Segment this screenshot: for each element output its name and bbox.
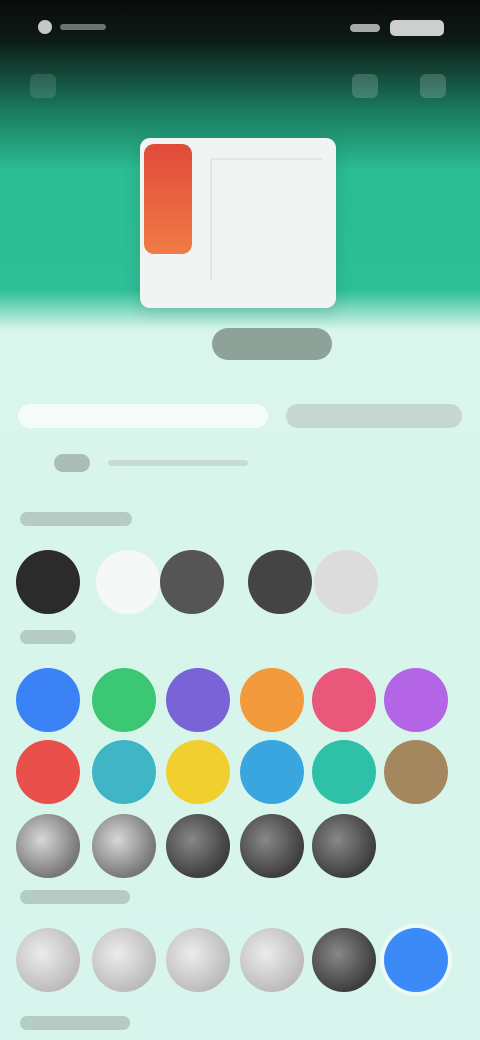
picker-tabs [18,398,462,438]
confirm-icon[interactable] [420,74,446,98]
notification-dot-icon [38,20,52,34]
notebook-preview [140,138,336,318]
pattern-2-icon[interactable] [92,928,156,992]
color-swatch[interactable] [92,740,156,804]
color-swatch[interactable] [92,668,156,732]
brush-dark-swatch-2-icon[interactable] [248,550,312,614]
pattern-1-icon[interactable] [16,928,80,992]
cover-grid [210,158,322,280]
texture-gray-2-icon[interactable] [92,814,156,878]
section-label-4 [20,1016,130,1030]
battery-icon [390,20,444,36]
undo-icon[interactable] [352,74,378,98]
status-time [38,18,108,36]
color-swatch[interactable] [384,668,448,732]
color-swatch[interactable] [166,668,230,732]
notebook-spine [144,144,192,254]
color-swatch[interactable] [16,668,80,732]
color-swatch[interactable] [240,668,304,732]
black-swatch-icon[interactable] [16,550,80,614]
blue-selected-swatch-icon[interactable] [384,928,448,992]
sub-tab-active[interactable] [54,454,90,472]
texture-gray-icon[interactable] [16,814,80,878]
signal-icon [350,24,380,32]
texture-dark-3-icon[interactable] [312,814,376,878]
pattern-4-icon[interactable] [240,928,304,992]
color-swatch[interactable] [16,740,80,804]
color-swatch[interactable] [312,740,376,804]
texture-dark-icon[interactable] [166,814,230,878]
color-swatch[interactable] [384,740,448,804]
top-toolbar [0,60,480,110]
section-label-2 [20,630,76,644]
sub-tab-divider [108,460,248,466]
status-indicators [350,20,446,36]
status-bar [0,0,480,60]
brush-dark-swatch-icon[interactable] [160,550,224,614]
color-swatch[interactable] [312,668,376,732]
tab-color[interactable] [18,404,268,428]
status-text-placeholder [60,24,106,30]
section-label-1 [20,512,132,526]
preview-caption [212,328,332,360]
light-gray-swatch-icon[interactable] [314,550,378,614]
pattern-3-icon[interactable] [166,928,230,992]
tab-custom[interactable] [286,404,462,428]
section-label-3 [20,890,130,904]
pattern-5-icon[interactable] [312,928,376,992]
white-swatch-icon[interactable] [96,550,160,614]
back-icon[interactable] [30,74,56,98]
texture-dark-2-icon[interactable] [240,814,304,878]
color-swatch[interactable] [240,740,304,804]
color-swatch[interactable] [166,740,230,804]
